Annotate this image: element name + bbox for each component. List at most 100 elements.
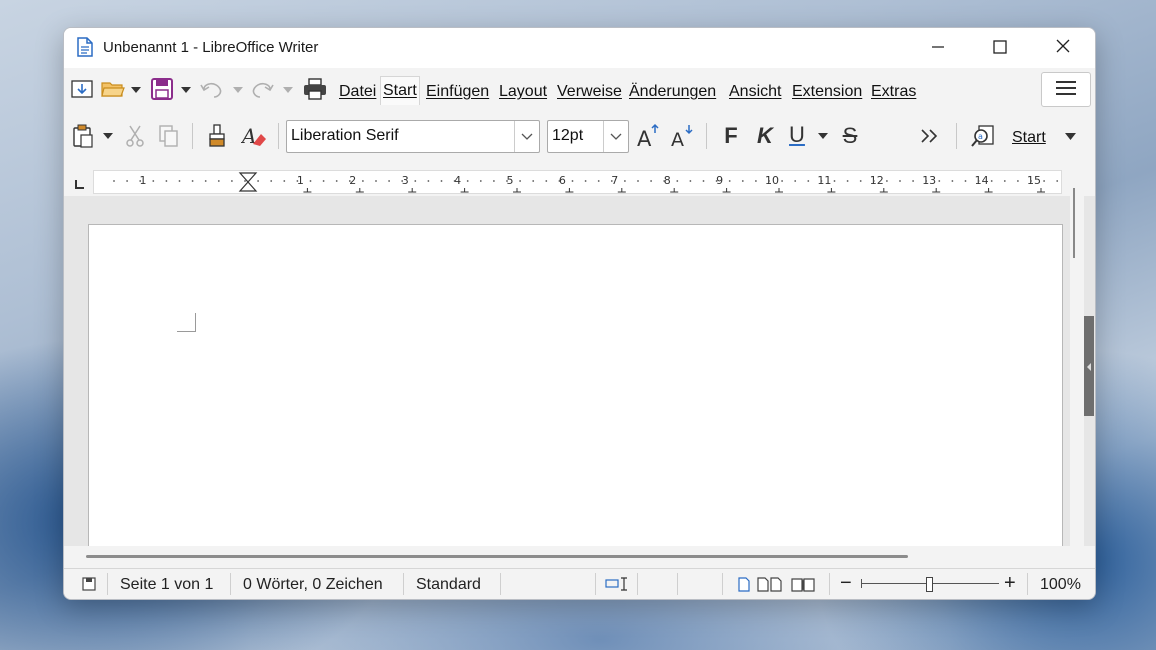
italic-button[interactable]: K: [753, 121, 777, 151]
tab-start[interactable]: Start: [380, 76, 420, 105]
status-bar: Seite 1 von 1 0 Wörter, 0 Zeichen Standa…: [64, 568, 1095, 599]
zoom-out-button[interactable]: −: [840, 572, 852, 595]
document-area: [64, 196, 1095, 556]
status-separator: [1027, 573, 1028, 595]
paste-dropdown-icon[interactable]: [101, 128, 115, 144]
tab-stop-type-icon[interactable]: [74, 175, 86, 194]
libreoffice-writer-window: Unbenannt 1 - LibreOffice Writer Datei S…: [63, 27, 1096, 600]
undo-icon[interactable]: [198, 76, 226, 102]
vertical-scroll-thumb[interactable]: [1073, 188, 1075, 258]
ruler-dot: [1030, 180, 1032, 182]
page-count[interactable]: Seite 1 von 1: [120, 576, 213, 594]
word-count[interactable]: 0 Wörter, 0 Zeichen: [243, 576, 383, 594]
undo-dropdown-icon[interactable]: [230, 80, 246, 100]
tab-extras[interactable]: Extras: [869, 78, 918, 106]
document-page[interactable]: [88, 224, 1063, 556]
find-replace-icon[interactable]: a: [968, 122, 998, 150]
paragraph-style-dropdown-icon[interactable]: [1063, 128, 1077, 144]
cut-icon[interactable]: [122, 122, 148, 150]
print-icon[interactable]: [301, 76, 329, 102]
zoom-level[interactable]: 100%: [1040, 576, 1081, 594]
ruler-dot: [204, 180, 207, 182]
minimize-button[interactable]: [915, 28, 961, 68]
svg-text:A: A: [637, 127, 652, 149]
status-separator: [403, 573, 404, 595]
ruler-dot: [820, 180, 823, 182]
decrease-font-size-icon[interactable]: A: [669, 122, 697, 150]
horizontal-scrollbar[interactable]: [64, 546, 1095, 568]
open-dropdown-icon[interactable]: [128, 80, 144, 100]
multi-page-view-icon[interactable]: [757, 575, 783, 593]
strikethrough-button[interactable]: S: [838, 121, 862, 151]
font-name-combobox[interactable]: Liberation Serif: [286, 120, 540, 153]
ruler-dot: [702, 180, 705, 182]
ruler-dot: [728, 180, 731, 182]
ruler-dot: [231, 180, 233, 182]
ruler-tab-stop: [355, 188, 364, 193]
clear-formatting-icon[interactable]: A: [240, 122, 268, 150]
main-menu-button[interactable]: [1041, 72, 1091, 107]
ruler-dot: [899, 180, 901, 182]
ruler-dot: [532, 180, 535, 182]
ruler-dot: [781, 180, 783, 182]
ruler-tab-stop: [408, 188, 417, 193]
ruler-tab-stop: [513, 188, 521, 193]
paste-icon[interactable]: [70, 122, 96, 150]
book-view-icon[interactable]: [790, 575, 816, 593]
ruler-dot: [1017, 180, 1019, 182]
increase-font-size-icon[interactable]: A: [635, 122, 663, 150]
ruler-tab-stop: [722, 188, 731, 193]
ruler-dot: [846, 180, 849, 182]
maximize-button[interactable]: [977, 28, 1023, 68]
close-button[interactable]: [1040, 28, 1086, 68]
tab-datei[interactable]: Datei: [337, 78, 378, 106]
ruler-dot: [859, 180, 862, 182]
insert-mode-icon[interactable]: [605, 575, 631, 593]
open-folder-icon[interactable]: [99, 76, 127, 102]
zoom-slider-thumb[interactable]: [926, 577, 933, 592]
ruler-dot: [872, 180, 875, 182]
tab-extension[interactable]: Extension: [790, 78, 864, 106]
chevron-down-icon[interactable]: [514, 121, 539, 152]
ruler-dot: [584, 180, 587, 182]
ruler-tab-stop: [617, 188, 626, 193]
horizontal-scroll-thumb[interactable]: [86, 555, 908, 558]
tab-verweise[interactable]: Verweise: [555, 78, 624, 106]
status-separator: [107, 573, 108, 595]
sidebar-toggle-handle[interactable]: [1084, 316, 1094, 416]
font-size-combobox[interactable]: 12pt: [547, 120, 629, 153]
horizontal-ruler[interactable]: 112345678910111213141516: [93, 170, 1095, 194]
ruler-dot: [807, 180, 810, 182]
status-separator: [500, 573, 501, 595]
redo-dropdown-icon[interactable]: [280, 80, 296, 100]
single-page-view-icon[interactable]: [736, 575, 752, 593]
paragraph-style-button[interactable]: Start: [1012, 126, 1046, 150]
ruler-dot: [1003, 180, 1006, 182]
bold-button[interactable]: F: [719, 121, 743, 151]
ruler-dot: [493, 180, 495, 182]
clone-formatting-icon[interactable]: [204, 122, 230, 150]
ruler-number: 11: [817, 174, 831, 187]
page-style[interactable]: Standard: [416, 576, 481, 594]
font-size-value: 12pt: [552, 127, 584, 144]
underline-dropdown-icon[interactable]: [816, 128, 830, 144]
tab-ansicht[interactable]: Ansicht: [727, 78, 783, 106]
chevron-down-icon[interactable]: [603, 121, 628, 152]
save-icon[interactable]: [148, 76, 176, 102]
tab-layout[interactable]: Layout: [497, 78, 549, 106]
redo-icon[interactable]: [248, 76, 276, 102]
ruler-dot: [322, 180, 325, 182]
ruler-dot: [663, 180, 666, 182]
save-dropdown-icon[interactable]: [178, 80, 194, 100]
tab-aenderungen[interactable]: Änderungen: [627, 78, 718, 106]
underline-button[interactable]: U: [786, 120, 808, 150]
recent-docs-icon[interactable]: [68, 76, 96, 102]
copy-icon[interactable]: [156, 122, 182, 150]
ruler-dot: [833, 180, 836, 182]
more-options-icon[interactable]: [916, 122, 944, 150]
ruler-dot: [938, 180, 941, 182]
zoom-in-button[interactable]: +: [1004, 572, 1016, 595]
ruler-dot: [283, 180, 286, 182]
tab-einfuegen[interactable]: Einfügen: [424, 78, 491, 106]
document-modified-icon[interactable]: [80, 575, 98, 593]
